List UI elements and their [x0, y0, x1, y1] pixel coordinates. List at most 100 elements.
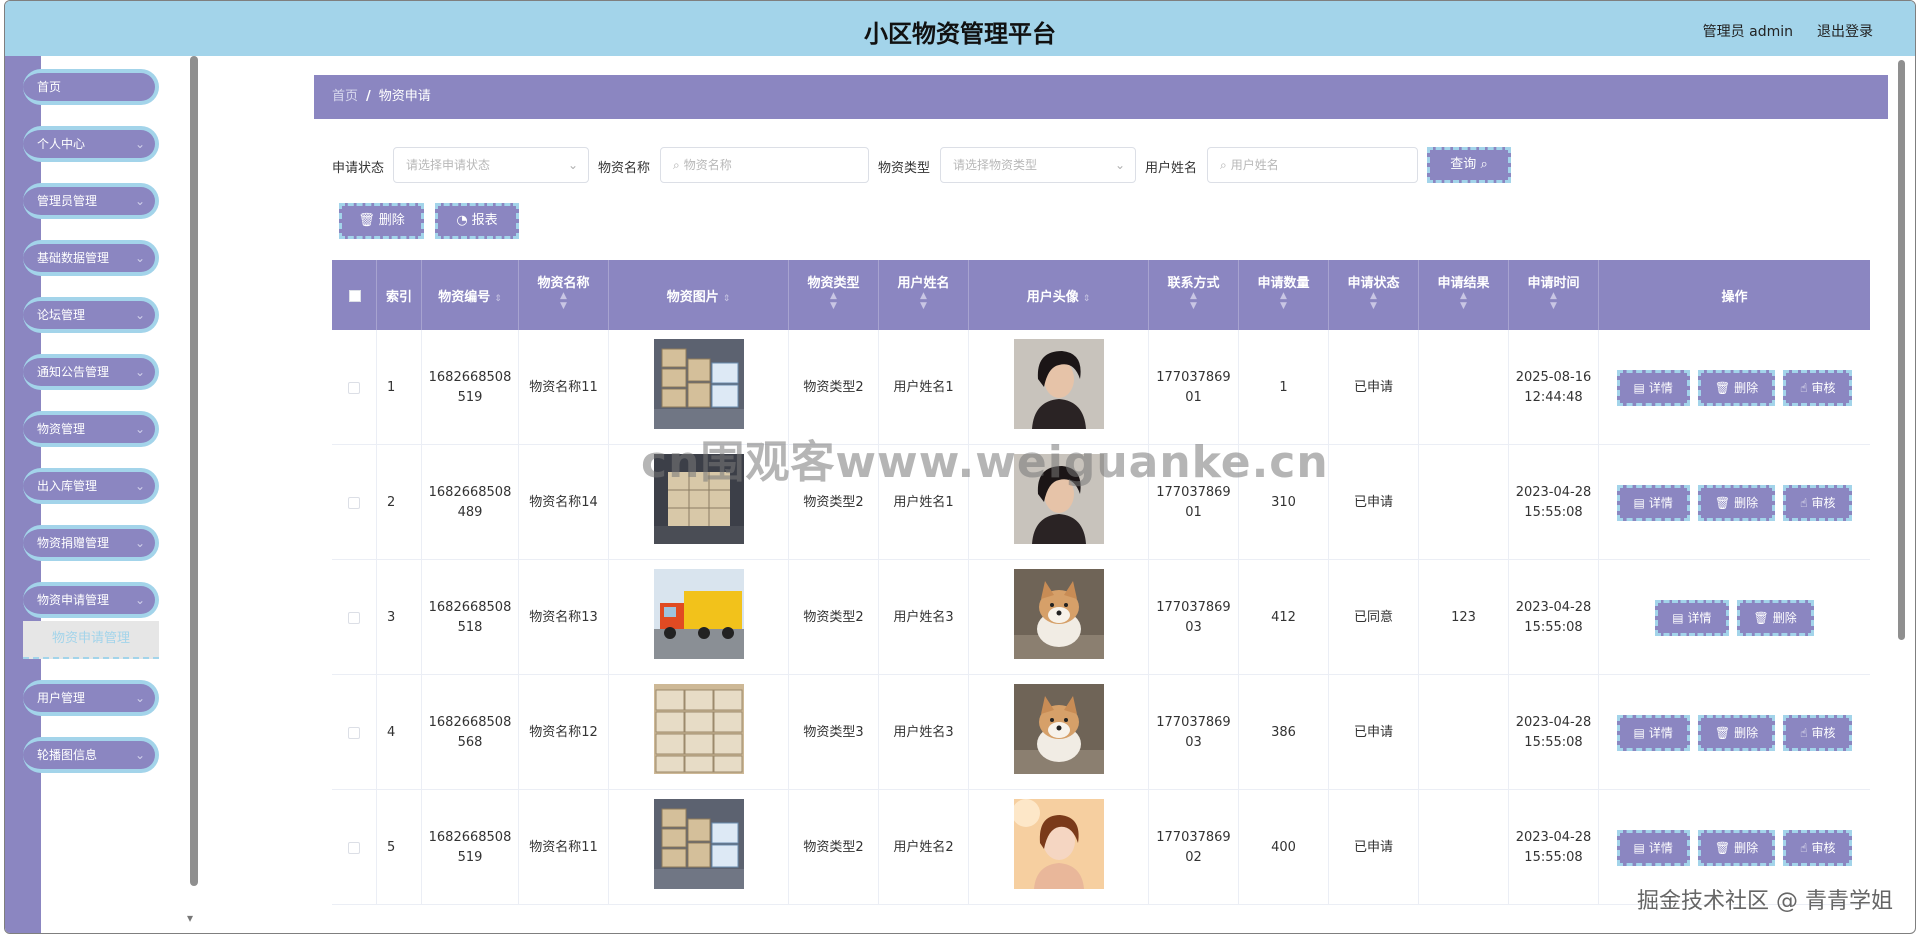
chevron-down-icon: ⌄	[1114, 158, 1125, 172]
delete-button[interactable]: 🗑 删除	[1697, 714, 1776, 751]
audit-button[interactable]: ☝ 审核	[1783, 484, 1853, 521]
delete-button-label: 删除	[1734, 840, 1759, 855]
header-avatar[interactable]: 用户头像 ⇕	[969, 260, 1149, 330]
delete-button[interactable]: 🗑 删除	[1736, 599, 1814, 636]
phone-text: 177037869 03	[1156, 713, 1230, 753]
sort-icon[interactable]: ⇕	[1083, 294, 1091, 304]
detail-button[interactable]: ▤ 详情	[1616, 714, 1690, 751]
sidebar-item[interactable]: 通知公告管理 ⌄	[23, 354, 159, 390]
item-image[interactable]	[653, 684, 744, 781]
audit-button[interactable]: ☝ 审核	[1783, 369, 1853, 406]
header-qty[interactable]: 申请数量 ▲ ▼	[1239, 260, 1329, 330]
sidebar-item[interactable]: 物资管理 ⌄	[23, 411, 159, 447]
item-image[interactable]	[653, 339, 744, 436]
search-button[interactable]: 查询 ⌕	[1427, 147, 1511, 183]
header-result[interactable]: 申请结果 ▲ ▼	[1419, 260, 1509, 330]
item-image[interactable]	[653, 569, 744, 666]
audit-button[interactable]: ☝ 审核	[1783, 714, 1853, 751]
cell-type: 物资类型2	[789, 560, 879, 675]
sort-icon[interactable]: ▲ ▼	[1329, 291, 1418, 311]
name-text: 物资名称14	[529, 494, 598, 510]
main-scrollbar-thumb[interactable]	[1898, 60, 1905, 640]
row-checkbox[interactable]	[348, 841, 360, 854]
qty-text: 310	[1271, 494, 1296, 510]
sidebar-scrollbar-thumb[interactable]	[190, 56, 198, 886]
row-checkbox[interactable]	[348, 726, 360, 739]
name-search-input[interactable]: ⌕ 物资名称	[660, 147, 869, 183]
delete-button[interactable]: 🗑 删除	[1697, 369, 1776, 406]
sidebar-subitem-active[interactable]: 物资申请管理	[23, 621, 159, 659]
header-code[interactable]: 物资编号 ⇕	[422, 260, 519, 330]
chevron-down-icon: ⌄	[134, 691, 145, 705]
type-select[interactable]: 请选择物资类型 ⌄	[940, 147, 1136, 183]
sidebar-scrollbar[interactable]	[188, 56, 200, 886]
sort-icon[interactable]: ▲ ▼	[1419, 291, 1508, 311]
phone-text-line: 03	[1185, 619, 1202, 635]
cell-check	[332, 675, 377, 790]
item-image[interactable]	[653, 799, 744, 896]
sidebar-item[interactable]: 轮播图信息 ⌄	[23, 737, 159, 773]
header-phone[interactable]: 联系方式 ▲ ▼	[1149, 260, 1239, 330]
header-image[interactable]: 物资图片 ⇕	[609, 260, 789, 330]
delete-button[interactable]: 🗑 删除	[1697, 484, 1776, 521]
sidebar-item[interactable]: 用户管理 ⌄	[23, 680, 159, 716]
sidebar-item[interactable]: 出入库管理 ⌄	[23, 468, 159, 504]
time-date: 2023-04-28	[1515, 599, 1592, 615]
report-button[interactable]: ◔ 报表	[435, 203, 519, 239]
sort-icon[interactable]: ▲ ▼	[1509, 291, 1598, 311]
chevron-down-icon: ⌄	[134, 137, 145, 151]
sidebar-item[interactable]: 管理员管理 ⌄	[23, 183, 159, 219]
type-text: 物资类型2	[803, 839, 864, 855]
status-text: 已申请	[1353, 724, 1393, 740]
sidebar-item[interactable]: 论坛管理 ⌄	[23, 297, 159, 333]
detail-button[interactable]: ▤ 详情	[1616, 369, 1690, 406]
header-time[interactable]: 申请时间 ▲ ▼	[1509, 260, 1599, 330]
detail-button[interactable]: ▤ 详情	[1616, 484, 1690, 521]
audit-button[interactable]: ☝ 审核	[1783, 829, 1853, 866]
sidebar-item[interactable]: 首页	[23, 69, 159, 105]
sidebar-item[interactable]: 个人中心 ⌄	[23, 126, 159, 162]
user-avatar[interactable]	[1013, 569, 1104, 666]
row-checkbox[interactable]	[348, 381, 360, 394]
sort-icon[interactable]: ▲ ▼	[1149, 291, 1238, 311]
delete-button[interactable]: 🗑 删除	[1697, 829, 1776, 866]
type-select-placeholder: 请选择物资类型	[953, 158, 1038, 172]
main-scrollbar[interactable]	[1897, 56, 1907, 933]
sort-icon[interactable]: ▲ ▼	[789, 291, 878, 311]
code-text-line: 1682668508	[428, 484, 512, 500]
user-avatar[interactable]	[1013, 339, 1104, 436]
sort-icon[interactable]: ▲ ▼	[879, 291, 968, 311]
sidebar-item[interactable]: 物资申请管理 ⌄	[23, 582, 159, 618]
header-ops: 操作	[1599, 260, 1870, 330]
sort-icon[interactable]: ▲ ▼	[519, 291, 608, 311]
sort-icon[interactable]: ▲ ▼	[1239, 291, 1328, 311]
row-checkbox[interactable]	[348, 611, 360, 624]
sort-icon[interactable]: ⇕	[723, 294, 731, 304]
sidebar-item[interactable]: 基础数据管理 ⌄	[23, 240, 159, 276]
sort-icon[interactable]: ⇕	[494, 294, 502, 304]
status-select[interactable]: 请选择申请状态 ⌄	[393, 147, 589, 183]
logout-link[interactable]: 退出登录	[1817, 21, 1873, 41]
header-name[interactable]: 物资名称 ▲ ▼	[519, 260, 609, 330]
detail-button[interactable]: ▤ 详情	[1655, 599, 1729, 636]
sidebar-item[interactable]: 物资捐赠管理 ⌄	[23, 525, 159, 561]
search-icon: ⌕	[1480, 157, 1488, 172]
row-checkbox[interactable]	[348, 496, 360, 509]
select-all-checkbox[interactable]	[349, 290, 361, 302]
user-avatar[interactable]	[1011, 799, 1104, 896]
user-search-input[interactable]: ⌕ 用户姓名	[1207, 147, 1418, 183]
chevron-down-icon: ⌄	[134, 422, 145, 436]
header-status[interactable]: 申请状态 ▲ ▼	[1329, 260, 1419, 330]
detail-button[interactable]: ▤ 详情	[1616, 829, 1690, 866]
user-avatar[interactable]	[1013, 684, 1104, 781]
sidebar-scroll-down-icon[interactable]: ▾	[187, 911, 193, 925]
breadcrumb-home[interactable]: 首页	[332, 89, 358, 104]
user-filter-label: 用户姓名	[1145, 161, 1198, 176]
bulk-delete-button[interactable]: 🗑 删除	[339, 203, 424, 239]
header-user-name[interactable]: 用户姓名 ▲ ▼	[879, 260, 969, 330]
time-text: 2023-04-28 15:55:08	[1516, 598, 1592, 638]
header-type[interactable]: 物资类型 ▲ ▼	[789, 260, 879, 330]
chevron-down-icon: ⌄	[134, 479, 145, 493]
index-text: 1	[387, 379, 396, 395]
index-text: 3	[387, 609, 396, 625]
